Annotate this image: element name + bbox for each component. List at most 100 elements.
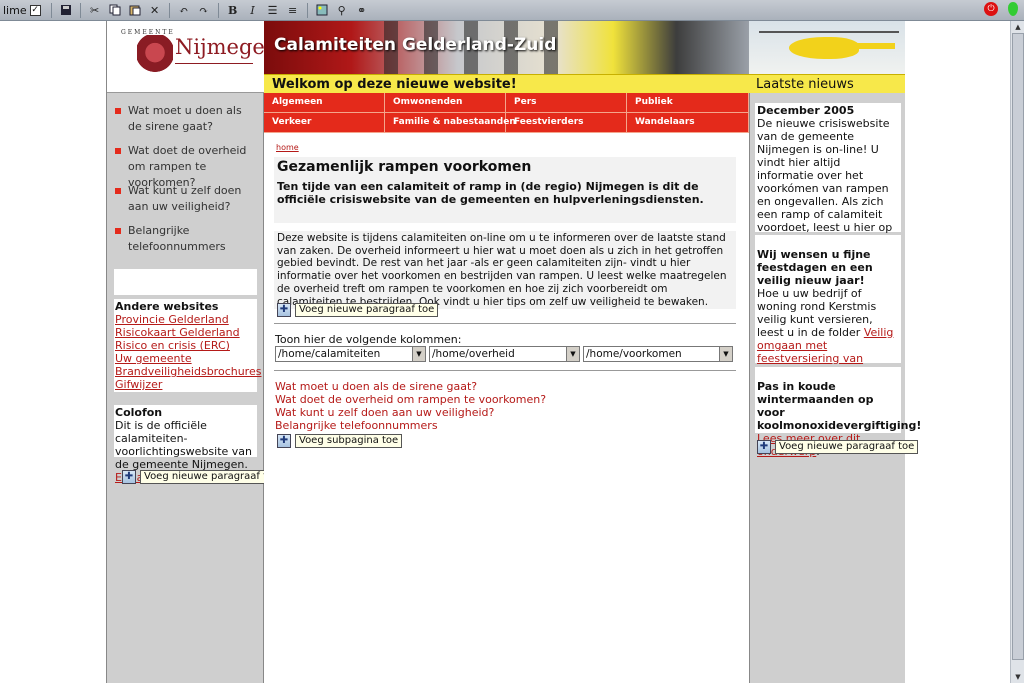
- page-frame: GEMEENTE Nijmegen Calamiteiten Gelderlan…: [106, 21, 922, 683]
- column-select-2[interactable]: /home/overheid ▼: [429, 346, 580, 362]
- scroll-up-icon[interactable]: ▲: [1012, 21, 1024, 33]
- helicopter-photo: [749, 21, 905, 74]
- add-subpage[interactable]: ✚ Voeg subpagina toe: [277, 434, 403, 448]
- image-icon[interactable]: [314, 2, 330, 18]
- nav-publiek[interactable]: Publiek: [627, 93, 749, 113]
- sidebar-item-siren[interactable]: Wat moet u doen als de sirene gaat?: [115, 103, 255, 135]
- subpage-links: Wat moet u doen als de sirene gaat? Wat …: [275, 380, 546, 432]
- page-title: Gezamenlijk rampen voorkomen: [277, 159, 532, 175]
- select-value: /home/overheid: [432, 348, 515, 360]
- bold-icon[interactable]: B: [225, 2, 241, 18]
- subpage-link-phone[interactable]: Belangrijke telefoonnummers: [275, 419, 546, 432]
- column-select-1[interactable]: /home/calamiteiten ▼: [275, 346, 426, 362]
- toolbar-separator: [217, 2, 219, 18]
- vertical-scrollbar[interactable]: ▲ ▼: [1010, 21, 1024, 683]
- other-websites-box: Andere websites Provincie Gelderland Ris…: [114, 299, 261, 392]
- add-subpage-button[interactable]: Voeg subpagina toe: [295, 434, 403, 448]
- nav-feestvierders[interactable]: Feestvierders: [506, 113, 627, 133]
- dropdown-arrow-icon[interactable]: ▼: [412, 347, 425, 361]
- nav-algemeen[interactable]: Algemeen: [264, 93, 385, 113]
- scroll-down-icon[interactable]: ▼: [1012, 671, 1024, 683]
- unordered-list-icon[interactable]: ≡: [285, 2, 301, 18]
- add-paragraph-right[interactable]: ✚ Voeg nieuwe paragraaf toe: [757, 440, 919, 454]
- link-uw-gemeente[interactable]: Uw gemeente: [115, 352, 256, 365]
- body-paragraph: Deze website is tijdens calamiteiten on-…: [274, 231, 736, 310]
- add-paragraph-button[interactable]: Voeg nieuwe paragraaf toe: [295, 303, 439, 317]
- sidebar-item-safety[interactable]: Wat kunt u zelf doen aan uw veiligheid?: [115, 183, 255, 215]
- left-sidebar: Wat moet u doen als de sirene gaat? Wat …: [107, 93, 284, 683]
- toolbar-separator: [168, 2, 170, 18]
- link-provincie-gelderland[interactable]: Provincie Gelderland: [115, 313, 256, 326]
- site-title: Calamiteiten Gelderland-Zuid: [274, 35, 557, 55]
- ordered-list-icon[interactable]: ☰: [265, 2, 281, 18]
- add-paragraph-button[interactable]: Voeg nieuwe paragraaf toe: [775, 440, 919, 454]
- city-emblem-icon: [137, 35, 173, 79]
- nav-verkeer[interactable]: Verkeer: [264, 113, 385, 133]
- logo-name: Nijmegen: [175, 35, 279, 59]
- sidebar-item-label[interactable]: Wat moet u doen als de sirene gaat?: [128, 103, 255, 135]
- toolbar-separator: [306, 2, 308, 18]
- link-risicokaart[interactable]: Risicokaart Gelderland: [115, 326, 256, 339]
- scroll-thumb[interactable]: [1012, 33, 1024, 660]
- column-select-3[interactable]: /home/voorkomen ▼: [583, 346, 733, 362]
- bullet-icon: [115, 188, 121, 194]
- other-websites-title: Andere websites: [115, 300, 219, 313]
- nijmegen-logo[interactable]: GEMEENTE Nijmegen: [107, 21, 278, 93]
- subpage-link-safety[interactable]: Wat kunt u zelf doen aan uw veiligheid?: [275, 406, 546, 419]
- attach-icon[interactable]: ⚲: [334, 2, 350, 18]
- helicopter-tail: [845, 43, 895, 49]
- news-title: Pas in koude wintermaanden op voor koolm…: [757, 380, 922, 432]
- add-icon[interactable]: ✚: [277, 303, 291, 317]
- breadcrumb[interactable]: home: [276, 143, 299, 152]
- stop-icon[interactable]: ⏻: [984, 2, 998, 16]
- link-gifwijzer[interactable]: Gifwijzer: [115, 378, 256, 391]
- add-icon[interactable]: ✚: [757, 440, 771, 454]
- divider: [274, 370, 736, 371]
- add-paragraph-center[interactable]: ✚ Voeg nieuwe paragraaf toe: [277, 303, 439, 317]
- editor-toolbar: lime ✓ ✂ ✕ ↶ ↷ B I ☰ ≡ ⚲ ⚭ ⏻: [0, 0, 1024, 21]
- link-icon[interactable]: ⚭: [354, 2, 370, 18]
- latest-news-heading: Laatste nieuws: [749, 74, 905, 94]
- nav-pers[interactable]: Pers: [506, 93, 627, 113]
- italic-icon[interactable]: I: [245, 2, 261, 18]
- sidebar-item-label[interactable]: Wat kunt u zelf doen aan uw veiligheid?: [128, 183, 255, 215]
- nav-wandelaars[interactable]: Wandelaars: [627, 113, 749, 133]
- dropdown-arrow-icon[interactable]: ▼: [566, 347, 579, 361]
- add-paragraph-button[interactable]: Voeg nieuwe paragraaf toe: [140, 470, 284, 484]
- colofon-box: Colofon Dit is de officiële calamiteiten…: [114, 405, 257, 484]
- link-brandveiligheid[interactable]: Brandveiligheidsbrochures: [115, 365, 261, 378]
- subpage-link-government[interactable]: Wat doet de overheid om rampen te voorko…: [275, 393, 546, 406]
- colofon-text: Dit is de officiële calamiteiten-voorlic…: [115, 419, 253, 471]
- add-paragraph-left[interactable]: ✚ Voeg nieuwe paragraaf toe: [122, 470, 284, 484]
- main-content: home Gezamenlijk rampen voorkomen Ten ti…: [264, 133, 749, 683]
- sidebar-item-label[interactable]: Belangrijke telefoonnummers: [128, 223, 255, 255]
- header-banner: Calamiteiten Gelderland-Zuid: [264, 21, 749, 74]
- news-title: Wij wensen u fijne feestdagen en een vei…: [757, 248, 873, 287]
- bullet-icon: [115, 228, 121, 234]
- sidebar-item-phone-numbers[interactable]: Belangrijke telefoonnummers: [115, 223, 255, 255]
- mode-label: lime: [3, 3, 27, 17]
- mode-checkbox[interactable]: ✓: [29, 4, 41, 16]
- cut-icon[interactable]: ✂: [87, 2, 103, 18]
- undo-icon[interactable]: ↶: [176, 2, 192, 18]
- add-icon[interactable]: ✚: [277, 434, 291, 448]
- news-text: Hoe u uw bedrijf of woning rond Kerstmis…: [757, 287, 877, 339]
- news-item-december: December 2005 De nieuwe crisiswebsite va…: [755, 103, 901, 273]
- delete-icon[interactable]: ✕: [147, 2, 163, 18]
- add-icon[interactable]: ✚: [122, 470, 136, 484]
- redo-icon[interactable]: ↷: [196, 2, 212, 18]
- dropdown-arrow-icon[interactable]: ▼: [719, 347, 732, 361]
- paste-icon[interactable]: [127, 2, 143, 18]
- toolbar-separator: [50, 2, 52, 18]
- intro-section: Gezamenlijk rampen voorkomen Ten tijde v…: [274, 157, 736, 223]
- right-sidebar: December 2005 De nieuwe crisiswebsite va…: [749, 93, 922, 683]
- copy-icon[interactable]: [107, 2, 123, 18]
- subpage-link-siren[interactable]: Wat moet u doen als de sirene gaat?: [275, 380, 546, 393]
- status-pin-icon[interactable]: [1008, 2, 1018, 16]
- nav-familie[interactable]: Familie & nabestaanden: [385, 113, 516, 133]
- link-risico-en-crisis[interactable]: Risico en crisis (ERC): [115, 339, 256, 352]
- top-navigation: Algemeen Omwonenden Pers Publiek Verkeer…: [264, 93, 749, 133]
- logo-underline: [175, 63, 253, 64]
- save-icon[interactable]: [58, 2, 74, 18]
- nav-omwonenden[interactable]: Omwonenden: [385, 93, 506, 113]
